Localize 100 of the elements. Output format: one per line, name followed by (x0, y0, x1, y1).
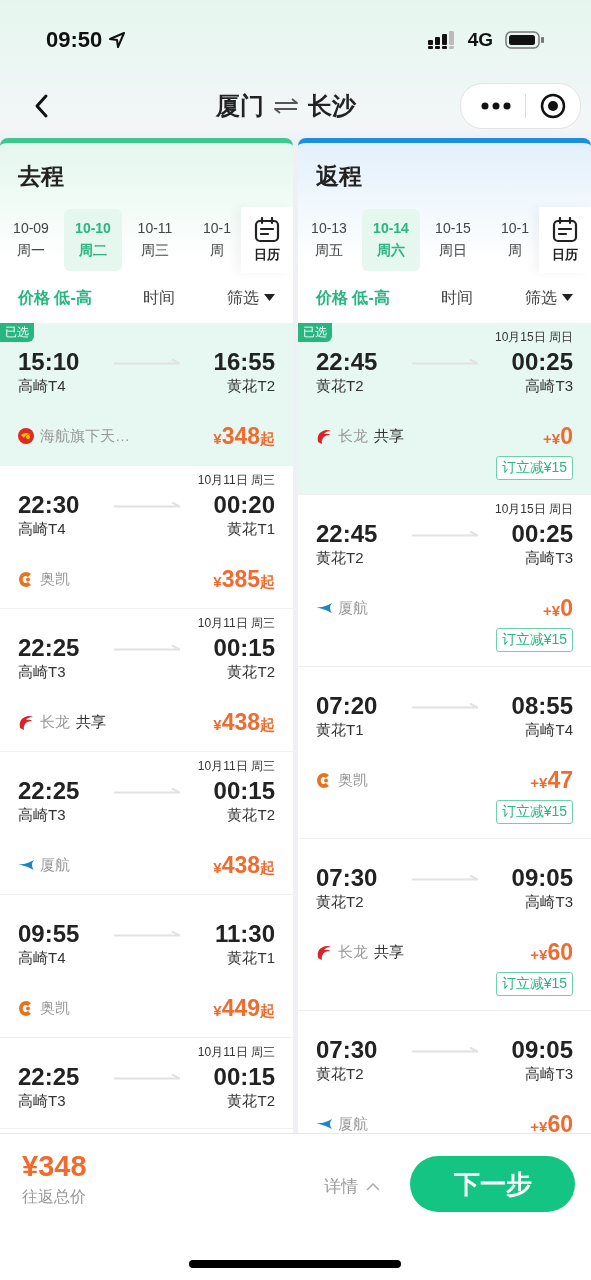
airline-logo-icon (18, 860, 34, 870)
sort-option[interactable]: 筛选 (227, 287, 275, 309)
arrival-time: 00:15 (213, 634, 275, 662)
status-time: 09:50 (46, 27, 103, 53)
arrival-time: 09:05 (511, 1036, 573, 1064)
arrival-date-note: 10月11日 周三 (197, 472, 275, 489)
arrival-airport: 黄花T2 (227, 806, 275, 825)
discount-tag: 订立减¥15 (495, 972, 573, 996)
arrival-time: 08:55 (511, 692, 573, 720)
flight-price: ¥438起 (213, 708, 275, 736)
flight-price: +¥0 (543, 422, 573, 450)
arrival-airport: 高崎T3 (525, 377, 573, 396)
departure-airport: 黄花T1 (316, 721, 364, 740)
departure-airport: 黄花T2 (316, 893, 364, 912)
departure-time: 07:30 (316, 864, 378, 892)
arrival-airport: 黄花T1 (227, 949, 275, 968)
departure-time: 22:30 (18, 491, 80, 519)
airline-name: 奥凯 (40, 569, 70, 589)
departure-time: 22:25 (18, 634, 80, 662)
flight-item[interactable]: 10月15日 周日 22:45 00:25 黄花T2 高崎T3 厦航 +¥0 订立减¥15 (298, 495, 591, 667)
departure-time: 15:10 (18, 348, 80, 376)
airline-name: 厦航 (338, 1114, 368, 1133)
calendar-icon (552, 216, 578, 243)
flight-item[interactable]: 10月11日 周三 22:25 00:15 高崎T3 黄花T2 长龙 共享 ¥438起 (0, 609, 293, 752)
airline-name: 奥凯 (338, 770, 368, 790)
date-tab[interactable]: 10-09 周一 (2, 209, 60, 271)
arrival-date-note: 10月11日 周三 (197, 615, 275, 632)
trip-title: 去程 (17, 162, 65, 191)
departure-airport: 高崎T3 (18, 1092, 66, 1111)
target-icon[interactable] (540, 93, 566, 119)
departure-time: 09:55 (18, 920, 80, 948)
calendar-button[interactable]: 日历 (241, 207, 293, 273)
discount-tag: 订立减¥15 (495, 456, 573, 480)
airline-name: 厦航 (40, 855, 70, 875)
more-icon[interactable] (481, 102, 511, 110)
departure-airport: 高崎T4 (18, 520, 66, 539)
arrival-time: 09:05 (511, 864, 573, 892)
flight-item[interactable]: 已选 15:10 16:55 高崎T4 黄花T2 海航旗下天… ¥348起 (0, 323, 293, 466)
flight-item[interactable]: 已选 10月15日 周日 22:45 00:25 黄花T2 高崎T3 长龙 共享 +¥0 订立减¥15 (298, 323, 591, 495)
arrival-airport: 黄花T1 (227, 520, 275, 539)
arrival-airport: 高崎T3 (525, 893, 573, 912)
departure-airport: 黄花T2 (316, 377, 364, 396)
selected-badge: 已选 (0, 323, 34, 342)
date-tab[interactable]: 10-15 周日 (424, 209, 482, 271)
codeshare-label: 共享 (374, 426, 404, 446)
swap-icon[interactable] (272, 97, 300, 115)
airline-name: 海航旗下天… (40, 426, 130, 446)
airline-logo-icon (316, 771, 332, 789)
arrival-airport: 黄花T2 (227, 377, 275, 396)
date-tab[interactable]: 10-1 周 (188, 209, 241, 271)
sort-option[interactable]: 筛选 (525, 287, 573, 309)
total-price: ¥348 (22, 1150, 88, 1183)
flight-item[interactable]: 09:55 11:30 高崎T4 黄花T1 奥凯 ¥449起 (0, 895, 293, 1038)
arrival-airport: 高崎T4 (525, 721, 573, 740)
origin-city: 厦门 (216, 91, 264, 121)
arrival-time: 00:25 (511, 348, 573, 376)
departure-airport: 高崎T4 (18, 377, 66, 396)
network-label: 4G (467, 29, 493, 51)
arrival-date-note: 10月11日 周三 (197, 758, 275, 775)
arrival-airport: 高崎T3 (525, 549, 573, 568)
airline-logo-icon (316, 428, 332, 444)
airline-name: 长龙 (338, 942, 368, 962)
departure-time: 07:30 (316, 1036, 378, 1064)
airline-name: 奥凯 (40, 998, 70, 1018)
departure-time: 22:25 (18, 1063, 80, 1091)
battery-icon (505, 30, 545, 50)
departure-airport: 高崎T3 (18, 806, 66, 825)
arrival-date-note: 10月11日 周三 (197, 1044, 275, 1061)
flight-price: +¥47 (530, 766, 573, 794)
destination-city: 长沙 (308, 91, 356, 121)
departure-airport: 高崎T4 (18, 949, 66, 968)
flight-item[interactable]: 10月11日 周三 22:25 00:15 高崎T3 黄花T2 (0, 1038, 293, 1129)
departure-airport: 黄花T2 (316, 1065, 364, 1084)
arrival-date-note: 10月15日 周日 (494, 501, 573, 518)
departure-time: 22:45 (316, 520, 378, 548)
airline-logo-icon (18, 714, 34, 730)
date-tab[interactable]: 10-1 周 (486, 209, 539, 271)
departure-time: 22:25 (18, 777, 80, 805)
airline-logo-icon (18, 570, 34, 588)
flight-item[interactable]: 10月11日 周三 22:25 00:15 高崎T3 黄花T2 厦航 ¥438起 (0, 752, 293, 895)
flight-item[interactable]: 07:30 09:05 黄花T2 高崎T3 长龙 共享 +¥60 订立减¥15 (298, 839, 591, 1011)
flight-item[interactable]: 10月11日 周三 22:30 00:20 高崎T4 黄花T1 奥凯 ¥385起 (0, 466, 293, 609)
date-tab[interactable]: 10-13 周五 (300, 209, 358, 271)
sort-option[interactable]: 时间 (143, 287, 176, 309)
departure-time: 22:45 (316, 348, 378, 376)
airline-name: 长龙 (40, 712, 70, 732)
calendar-button[interactable]: 日历 (539, 207, 591, 273)
arrival-date-note: 10月15日 周日 (494, 329, 573, 346)
airline-logo-icon (316, 944, 332, 960)
arrival-time: 00:15 (213, 1063, 275, 1091)
arrival-time: 11:30 (214, 920, 275, 948)
flight-item[interactable]: 07:20 08:55 黄花T1 高崎T4 奥凯 +¥47 订立减¥15 (298, 667, 591, 839)
arrival-time: 00:15 (213, 777, 275, 805)
airline-logo-icon (18, 428, 34, 444)
codeshare-label: 共享 (76, 712, 106, 732)
selected-badge: 已选 (298, 323, 332, 342)
sort-option[interactable]: 时间 (441, 287, 474, 309)
date-tab[interactable]: 10-11 周三 (126, 209, 184, 271)
departure-airport: 高崎T3 (18, 663, 66, 682)
location-arrow-icon (108, 31, 127, 49)
